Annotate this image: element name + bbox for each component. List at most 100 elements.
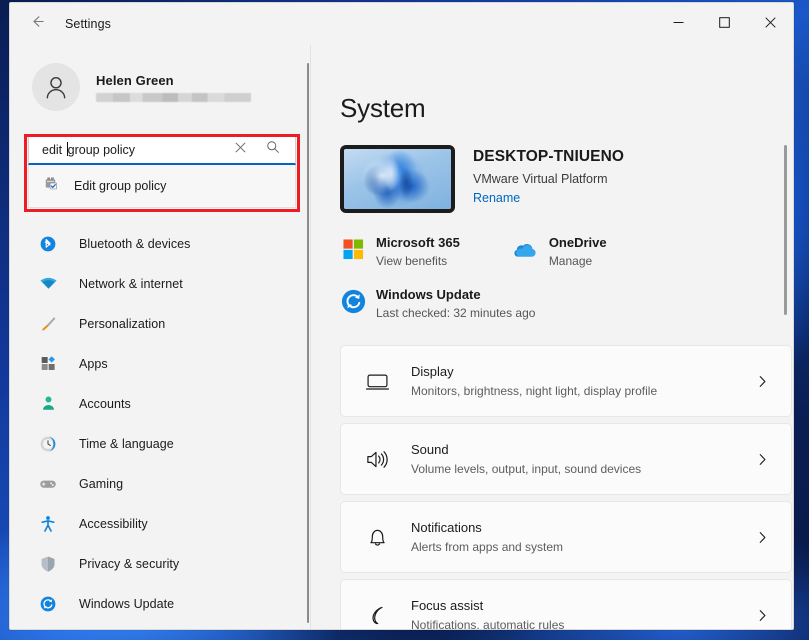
settings-card-text: Focus assist Notifications, automatic ru… bbox=[411, 598, 756, 629]
settings-card-title: Sound bbox=[411, 442, 449, 457]
clock-icon bbox=[38, 434, 58, 454]
main-content: System DESKTOP-TNIUENO VMware Virtual Pl… bbox=[311, 45, 793, 629]
sidebar-item-gaming[interactable]: Gaming bbox=[24, 466, 290, 501]
sidebar-item-label: Accessibility bbox=[79, 516, 148, 531]
back-arrow-icon bbox=[30, 14, 45, 34]
device-platform: VMware Virtual Platform bbox=[473, 172, 608, 186]
settings-card-sound[interactable]: Sound Volume levels, output, input, soun… bbox=[340, 423, 792, 495]
sidebar-item-label: Personalization bbox=[79, 316, 166, 331]
suggestion-label: Edit group policy bbox=[74, 179, 167, 193]
search-submit-button[interactable] bbox=[261, 137, 285, 161]
sidebar-item-label: Apps bbox=[79, 356, 108, 371]
accessibility-person-icon bbox=[38, 514, 58, 534]
settings-card-subtitle: Notifications, automatic rules bbox=[411, 618, 565, 629]
sidebar-item-label: Time & language bbox=[79, 436, 174, 451]
suggestion-item-edit-group-policy[interactable]: Edit group policy bbox=[29, 165, 295, 207]
windows-update-subtitle: Last checked: 32 minutes ago bbox=[376, 306, 536, 320]
account-email-redacted bbox=[96, 92, 251, 102]
settings-window: Settings Helen Green edit group policy E… bbox=[9, 2, 794, 630]
magnifier-icon bbox=[266, 140, 280, 159]
search-text-before-caret: edit bbox=[42, 142, 66, 157]
settings-card-subtitle: Monitors, brightness, night light, displ… bbox=[411, 384, 658, 398]
quick-links-row: Microsoft 365 View benefits OneDrive Man… bbox=[340, 235, 793, 268]
sidebar-item-label: Network & internet bbox=[79, 276, 183, 291]
sidebar-item-apps[interactable]: Apps bbox=[24, 346, 290, 381]
maximize-icon bbox=[718, 15, 730, 33]
sidebar-item-personalization[interactable]: Personalization bbox=[24, 306, 290, 341]
settings-card-text: Display Monitors, brightness, night ligh… bbox=[411, 364, 756, 398]
sidebar: Helen Green edit group policy Edit group… bbox=[10, 45, 310, 629]
sidebar-nav-list: Bluetooth & devices Network & internet P… bbox=[10, 226, 310, 621]
windows-update-summary[interactable]: Windows Update Last checked: 32 minutes … bbox=[340, 287, 793, 320]
settings-card-title: Display bbox=[411, 364, 454, 379]
search-suggestions-panel: Edit group policy bbox=[28, 165, 296, 208]
apps-grid-icon bbox=[38, 354, 58, 374]
windows-update-text: Windows Update Last checked: 32 minutes … bbox=[376, 287, 535, 320]
device-thumbnail bbox=[340, 145, 455, 213]
account-tile[interactable]: Helen Green bbox=[28, 59, 288, 115]
settings-card-display[interactable]: Display Monitors, brightness, night ligh… bbox=[340, 345, 792, 417]
maximize-button[interactable] bbox=[701, 3, 747, 45]
settings-card-subtitle: Volume levels, output, input, sound devi… bbox=[411, 462, 642, 476]
sidebar-item-bluetooth-devices[interactable]: Bluetooth & devices bbox=[24, 226, 290, 261]
quick-link-subtitle: Manage bbox=[548, 254, 593, 268]
search-input[interactable]: edit group policy bbox=[28, 134, 296, 165]
quick-link-subtitle: View benefits bbox=[376, 254, 448, 268]
paintbrush-icon bbox=[38, 314, 58, 334]
update-refresh-icon bbox=[38, 594, 58, 614]
settings-card-text: Notifications Alerts from apps and syste… bbox=[411, 520, 756, 554]
update-refresh-icon bbox=[340, 288, 366, 314]
settings-card-title: Focus assist bbox=[411, 598, 484, 613]
main-scrollbar-thumb[interactable] bbox=[784, 145, 787, 315]
settings-card-text: Sound Volume levels, output, input, soun… bbox=[411, 442, 756, 476]
quick-link-text: Microsoft 365 View benefits bbox=[376, 235, 460, 268]
settings-cards-list: Display Monitors, brightness, night ligh… bbox=[340, 345, 793, 629]
minimize-button[interactable] bbox=[655, 3, 701, 45]
sidebar-item-label: Windows Update bbox=[79, 596, 175, 611]
device-info: DESKTOP-TNIUENO VMware Virtual Platform … bbox=[473, 145, 624, 207]
sidebar-item-label: Gaming bbox=[79, 476, 124, 491]
microsoft-logo-icon bbox=[340, 236, 366, 262]
sidebar-item-privacy-security[interactable]: Privacy & security bbox=[24, 546, 290, 581]
close-button[interactable] bbox=[747, 3, 793, 45]
settings-card-focus-assist[interactable]: Focus assist Notifications, automatic ru… bbox=[340, 579, 792, 629]
sidebar-item-accessibility[interactable]: Accessibility bbox=[24, 506, 290, 541]
sidebar-item-time-language[interactable]: Time & language bbox=[24, 426, 290, 461]
minimize-icon bbox=[673, 15, 684, 33]
search-area: edit group policy Edit group policy bbox=[24, 134, 300, 212]
person-icon bbox=[38, 394, 58, 414]
back-button[interactable] bbox=[19, 8, 55, 40]
gamepad-icon bbox=[38, 474, 58, 494]
settings-card-notifications[interactable]: Notifications Alerts from apps and syste… bbox=[340, 501, 792, 573]
sidebar-item-windows-update[interactable]: Windows Update bbox=[24, 586, 290, 621]
clear-search-button[interactable] bbox=[229, 138, 251, 160]
sidebar-item-label: Bluetooth & devices bbox=[79, 236, 191, 251]
search-value: edit group policy bbox=[42, 141, 136, 157]
settings-card-title: Notifications bbox=[411, 520, 482, 535]
sidebar-item-network-internet[interactable]: Network & internet bbox=[24, 266, 290, 301]
chevron-right-icon bbox=[756, 609, 769, 622]
sidebar-item-label: Accounts bbox=[79, 396, 131, 411]
sidebar-item-accounts[interactable]: Accounts bbox=[24, 386, 290, 421]
bluetooth-icon bbox=[38, 234, 58, 254]
sidebar-scrollbar-thumb[interactable] bbox=[307, 63, 309, 623]
quick-link-onedrive[interactable]: OneDrive Manage bbox=[513, 235, 607, 268]
close-x-icon bbox=[234, 140, 246, 158]
search-text-after-caret: group policy bbox=[67, 142, 136, 157]
close-icon bbox=[764, 15, 776, 33]
sidebar-item-label: Privacy & security bbox=[79, 556, 180, 571]
quick-link-title: OneDrive bbox=[548, 235, 607, 250]
chevron-right-icon bbox=[756, 453, 769, 466]
page-title: System bbox=[340, 93, 426, 123]
title-bar: Settings bbox=[10, 3, 793, 45]
window-controls bbox=[655, 3, 793, 45]
rename-link[interactable]: Rename bbox=[473, 191, 520, 205]
device-name: DESKTOP-TNIUENO bbox=[473, 148, 625, 165]
sidebar-scrollbar[interactable] bbox=[306, 45, 309, 629]
chevron-right-icon bbox=[756, 531, 769, 544]
quick-link-text: OneDrive Manage bbox=[549, 235, 607, 268]
moon-icon bbox=[362, 600, 392, 629]
quick-link-microsoft-365[interactable]: Microsoft 365 View benefits bbox=[340, 235, 460, 268]
avatar bbox=[32, 63, 80, 111]
window-body: Helen Green edit group policy Edit group… bbox=[10, 45, 793, 629]
